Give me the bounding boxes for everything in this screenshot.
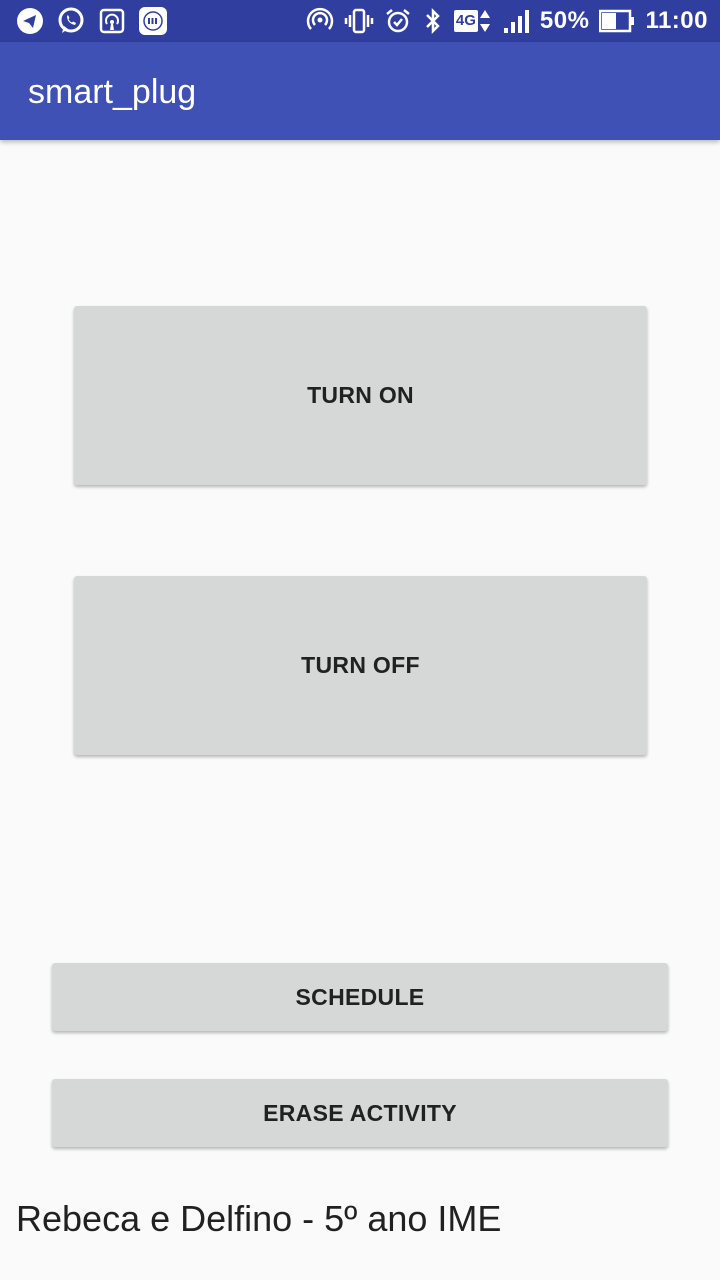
turn-off-button[interactable]: TURN OFF xyxy=(74,576,647,755)
turn-on-button[interactable]: TURN ON xyxy=(74,306,647,485)
status-bar: 4G 50% 11:00 xyxy=(0,0,720,42)
app-bar: smart_plug xyxy=(0,42,720,140)
hotspot-icon xyxy=(306,7,334,35)
alarm-icon xyxy=(384,7,412,35)
erase-activity-button[interactable]: ERASE ACTIVITY xyxy=(52,1079,668,1147)
footer-credits: Rebeca e Delfino - 5º ano IME xyxy=(16,1198,502,1239)
signal-icon xyxy=(502,7,530,35)
vibrate-icon xyxy=(344,7,374,35)
battery-icon xyxy=(599,7,635,35)
app-title: smart_plug xyxy=(28,73,197,111)
mi-icon xyxy=(138,6,168,36)
whatsapp-icon xyxy=(56,6,86,36)
bluetooth-icon xyxy=(422,7,444,35)
4g-icon: 4G xyxy=(453,7,492,35)
clock: 11:00 xyxy=(645,7,708,34)
status-bar-right: 4G 50% 11:00 xyxy=(306,6,708,36)
schedule-button[interactable]: SCHEDULE xyxy=(52,963,668,1031)
telegram-icon xyxy=(16,7,44,35)
network-type-label: 4G xyxy=(453,10,478,32)
hotspot-icon xyxy=(98,7,126,35)
battery-percent: 50% xyxy=(539,7,590,34)
status-bar-left xyxy=(16,6,168,36)
